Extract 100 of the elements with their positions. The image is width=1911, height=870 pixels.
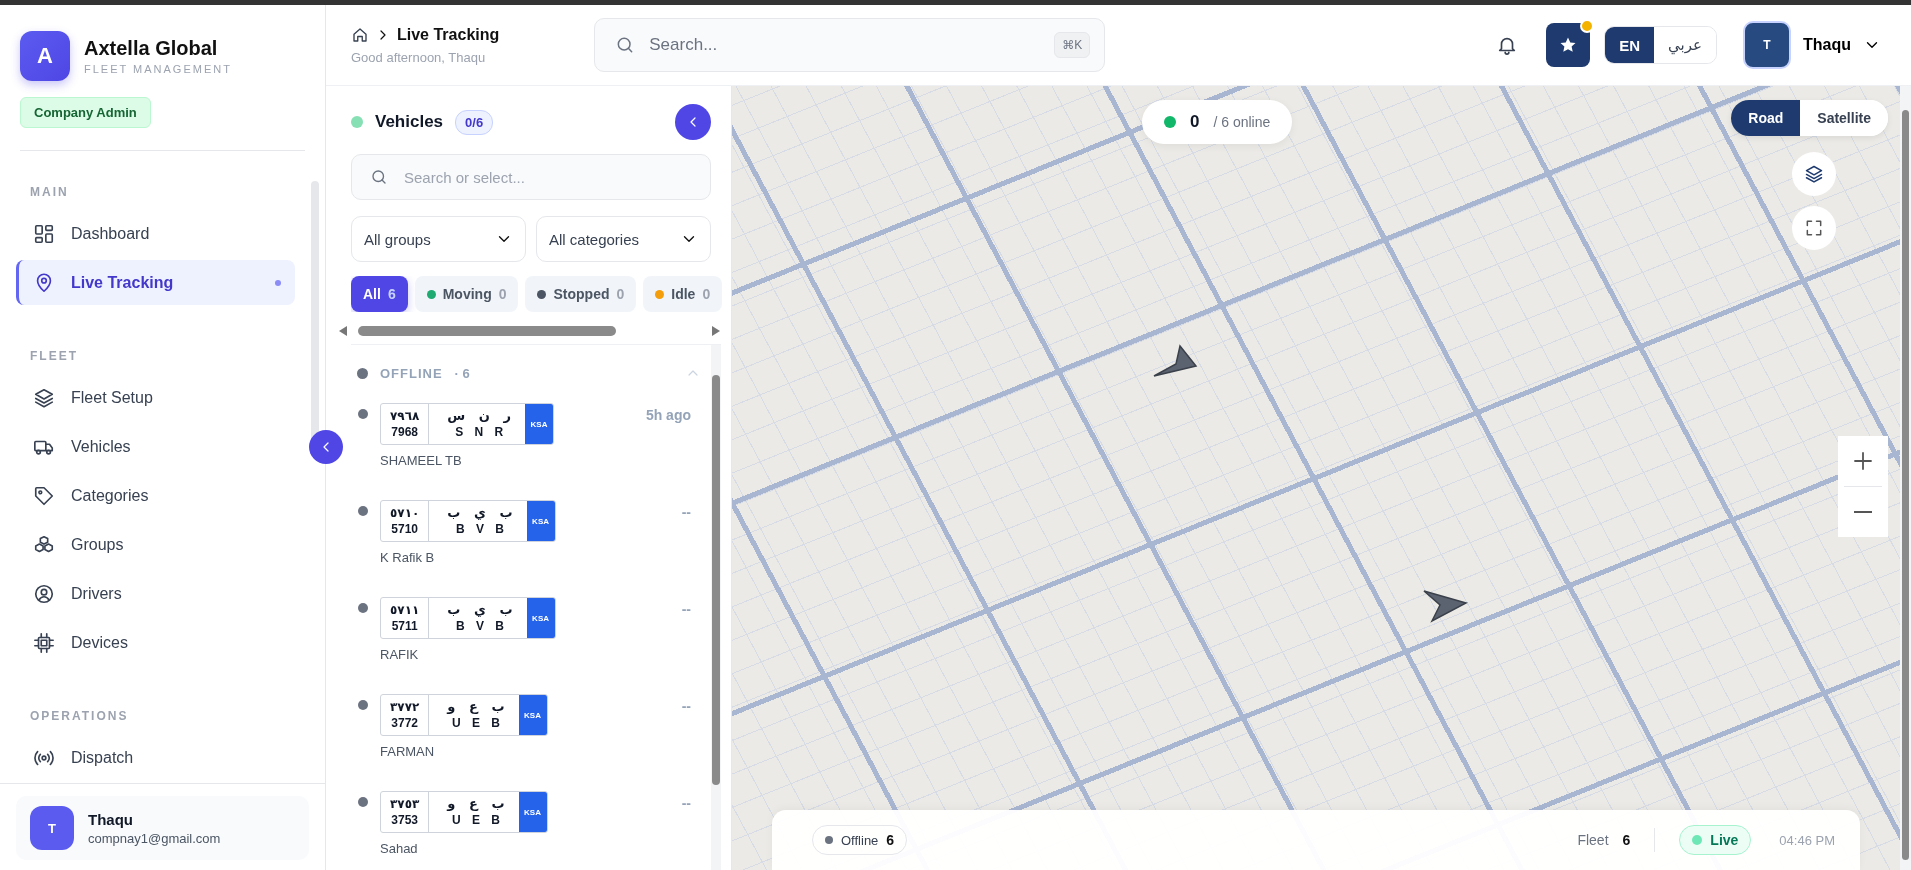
status-filter-tab[interactable]: Stopped 0 (525, 276, 637, 312)
chip-icon (33, 631, 55, 654)
layers-icon (1804, 164, 1824, 184)
shortcut-hint: ⌘K (1054, 32, 1091, 58)
plus-icon (1851, 449, 1875, 473)
plate-country: KSA (526, 501, 555, 541)
layers-button[interactable] (1792, 152, 1836, 196)
nav-section-title: OPERATIONS (29, 708, 130, 725)
nav-item[interactable]: Categories (16, 473, 295, 518)
map-type-toggle[interactable]: Satellite (1800, 100, 1888, 136)
search-icon (370, 168, 388, 186)
brand-logo: A (20, 31, 70, 81)
filter-dropdown[interactable]: All groups (351, 216, 526, 262)
plate-number: 7968 (391, 424, 418, 440)
map-type-toggle[interactable]: Road (1731, 100, 1801, 136)
panel-title: Vehicles (375, 112, 444, 132)
last-seen-text: -- (681, 601, 691, 619)
clock-time: 04:46 PM (1779, 832, 1835, 848)
vehicle-search-bar[interactable]: Search or select... (351, 154, 711, 200)
nav-item[interactable]: Live Tracking (16, 260, 295, 305)
plate-country: KSA (518, 792, 547, 832)
filter-dropdown[interactable]: All categories (536, 216, 711, 262)
nav-item[interactable]: Vehicles (16, 424, 295, 469)
user-name: Thaqu (88, 810, 134, 828)
last-seen-text: -- (681, 504, 691, 522)
search-bar[interactable]: Search... ⌘K (594, 18, 1106, 72)
user-card[interactable]: T Thaqu compnay1@gmail.com (16, 796, 309, 860)
plate-number: 5711 (391, 618, 418, 634)
plate-country: KSA (518, 695, 547, 735)
vehicle-search-input[interactable]: Search or select... (402, 167, 692, 187)
status-filter-tab[interactable]: Idle 0 (643, 276, 723, 312)
vehicle-name: FARMAN (380, 744, 436, 759)
page-title: Live Tracking (397, 25, 500, 44)
star-icon (1559, 36, 1578, 54)
nav-item[interactable]: Dashboard (16, 211, 295, 256)
scrollbar[interactable] (712, 375, 720, 785)
minus-icon (1854, 511, 1872, 513)
status-dot (358, 506, 368, 516)
fullscreen-icon (1804, 218, 1824, 238)
live-indicator: Live (1679, 825, 1752, 855)
nav-section-title: FLEET (29, 348, 79, 365)
nav-item[interactable]: Dispatch (16, 735, 295, 780)
favorites-button[interactable] (1546, 23, 1591, 67)
last-seen-text: 5h ago (645, 407, 691, 425)
collapse-panel-button[interactable] (675, 104, 711, 140)
plate-letters-arabic: ب ع و (447, 796, 505, 812)
plate-number: 3753 (391, 812, 418, 828)
status-filter-tab[interactable]: All 6 (351, 276, 408, 312)
vehicle-name: SHAMEEL TB (380, 453, 463, 468)
user-avatar: T (30, 806, 74, 850)
language-option[interactable]: EN (1605, 27, 1655, 63)
user-circle-icon (33, 582, 55, 605)
plate-number-arabic: ٥٧١١ (390, 602, 420, 618)
role-badge: Company Admin (20, 97, 151, 128)
plate-letters-arabic: ر ن س (447, 408, 512, 424)
scroll-left-icon[interactable] (338, 325, 348, 337)
vehicle-count: 0/6 (455, 109, 494, 135)
plate-letters: B V B (455, 618, 504, 634)
greeting-text: Good afternoon, Thaqu (351, 49, 487, 65)
vehicle-name: K Rafik B (380, 550, 436, 565)
plate-country: KSA (525, 404, 554, 444)
plate-country: KSA (526, 598, 555, 638)
plate-letters-arabic: ب ي ب (447, 602, 513, 618)
status-dot (358, 409, 368, 419)
scrollbar[interactable] (358, 326, 616, 336)
nav-item[interactable]: Drivers (16, 571, 295, 616)
status-dot (358, 603, 368, 613)
plate-letters: S N R (455, 424, 504, 440)
scrollbar[interactable] (1902, 110, 1909, 860)
status-filter-tab[interactable]: Moving 0 (414, 276, 519, 312)
brand-name: Axtella Global (84, 37, 219, 60)
status-dot (357, 367, 368, 379)
vehicle-arrow-icon[interactable] (1422, 589, 1468, 623)
online-count-pill: 0 / 6 online (1142, 100, 1293, 144)
layers-icon (33, 386, 55, 409)
tag-icon (33, 484, 55, 507)
plate-number-arabic: ٣٧٧٢ (390, 699, 420, 715)
plate-letters-arabic: ب ع و (447, 699, 505, 715)
plate-letters: U E B (451, 812, 500, 828)
user-avatar: T (1743, 21, 1791, 69)
scroll-right-icon[interactable] (711, 325, 721, 337)
fleet-count: 6 (1622, 832, 1631, 848)
nav-section-title: MAIN (29, 184, 70, 201)
vehicle-name: Sahad (380, 841, 419, 856)
last-seen-text: -- (681, 698, 691, 716)
plate-number-arabic: ٣٧٥٣ (390, 796, 420, 812)
map-view[interactable]: 0 / 6 online Road Satellite Offline 6 Fleet 6 Live 04:46 PM (732, 86, 1900, 870)
vehicle-arrow-icon[interactable] (1152, 344, 1198, 378)
fleet-label: Fleet (1577, 832, 1609, 848)
last-seen-text: -- (681, 795, 691, 813)
nav-item[interactable]: Fleet Setup (16, 375, 295, 420)
brand-subtitle: FLEET MANAGEMENT (84, 63, 232, 75)
nav-item[interactable]: Devices (16, 620, 295, 665)
plate-number-arabic: ٥٧١٠ (390, 505, 420, 521)
user-menu[interactable]: T Thaqu (1743, 21, 1881, 69)
nav-item[interactable]: Groups (16, 522, 295, 567)
search-input[interactable]: Search... (647, 34, 1043, 56)
user-email: compnay1@gmail.com (88, 830, 221, 846)
plate-letters-arabic: ب ي ب (447, 505, 513, 521)
plate-number: 5710 (391, 521, 418, 537)
